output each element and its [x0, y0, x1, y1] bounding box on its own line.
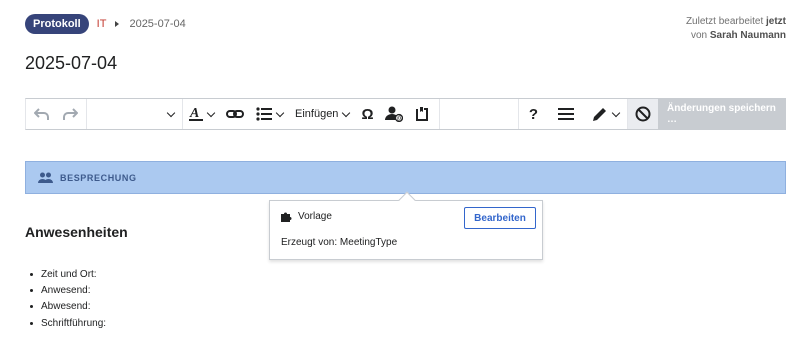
editor-toolbar: A Einfügen Ω @ ? Änderungen speichern … [25, 98, 786, 130]
mention-user-button[interactable]: @ [379, 99, 409, 129]
users-icon [38, 172, 53, 183]
last-edit-prefix: Zuletzt bearbeitet [685, 16, 764, 27]
chevron-down-icon [611, 108, 621, 117]
last-edit-by-prefix: von [690, 30, 708, 41]
help-button[interactable]: ? [519, 99, 548, 129]
text-style-group: A Einfügen Ω @ [183, 99, 441, 129]
last-edit-info: Zuletzt bearbeitet jetzt von Sarah Nauma… [686, 15, 786, 43]
redo-icon [63, 108, 78, 120]
list-button[interactable] [250, 99, 289, 129]
page-options-button[interactable] [548, 99, 584, 129]
svg-text:A: A [189, 106, 199, 121]
last-edit-user[interactable]: Sarah Naumann [710, 30, 786, 41]
chevron-down-icon [206, 108, 216, 117]
undo-button[interactable] [26, 99, 56, 129]
history-group [26, 99, 87, 129]
puzzle-piece-icon [281, 212, 292, 222]
list-item[interactable]: Abwesend: [30, 299, 106, 315]
save-changes-button[interactable]: Änderungen speichern … [658, 99, 786, 129]
banner-label: BESPRECHUNG [60, 172, 137, 183]
insert-menu-label: Einfügen [295, 108, 339, 120]
meeting-template-banner[interactable]: BESPRECHUNG [25, 161, 786, 194]
svg-text:@: @ [397, 116, 403, 122]
edit-mode-button[interactable] [584, 99, 627, 129]
text-style-icon: A [189, 106, 203, 121]
cancel-icon [635, 106, 651, 122]
breadcrumb-current: 2025-07-04 [129, 18, 186, 30]
template-context-popup: Vorlage Bearbeiten Erzeugt von: MeetingT… [269, 191, 543, 260]
chevron-down-icon [275, 108, 285, 117]
last-edit-time: jetzt [766, 16, 786, 27]
edit-template-button[interactable]: Bearbeiten [464, 207, 536, 229]
link-button[interactable] [220, 99, 250, 129]
breadcrumb-separator-icon [115, 21, 120, 27]
breadcrumb: Protokoll IT 2025-07-04 [25, 14, 186, 34]
redo-button[interactable] [56, 99, 86, 129]
popup-type-label: Vorlage [298, 211, 332, 222]
insert-menu-button[interactable]: Einfügen [289, 99, 355, 129]
attendance-list: Zeit und Ort: Anwesend: Abwesend: Schrif… [30, 266, 106, 331]
tools-group: ? [517, 99, 628, 129]
section-heading: Anwesenheiten [25, 224, 128, 240]
page-title: 2025-07-04 [25, 53, 118, 73]
chevron-down-icon [166, 108, 176, 117]
template-button[interactable] [409, 99, 439, 129]
list-item[interactable]: Anwesend: [30, 282, 106, 298]
help-icon: ? [528, 105, 538, 123]
pencil-icon [593, 108, 606, 121]
bullet-list-icon [256, 107, 272, 121]
special-character-button[interactable]: Ω [355, 99, 379, 129]
undo-icon [34, 108, 49, 120]
popup-caret [398, 191, 416, 209]
text-style-button[interactable]: A [183, 99, 220, 129]
user-mention-icon: @ [385, 106, 404, 122]
list-item[interactable]: Schriftführung: [30, 315, 106, 331]
popup-generated-by: Erzeugt von: MeetingType [281, 237, 398, 248]
cancel-edit-button[interactable] [628, 99, 658, 129]
template-icon [416, 107, 429, 121]
omega-icon: Ω [361, 105, 374, 123]
breadcrumb-category-link[interactable]: IT [97, 18, 107, 30]
paragraph-format-dropdown[interactable] [87, 99, 183, 129]
link-icon [226, 110, 244, 118]
menu-icon [558, 108, 574, 120]
list-item[interactable]: Zeit und Ort: [30, 266, 106, 282]
chevron-down-icon [342, 108, 351, 117]
type-badge[interactable]: Protokoll [25, 14, 89, 34]
popup-type: Vorlage [281, 211, 332, 222]
